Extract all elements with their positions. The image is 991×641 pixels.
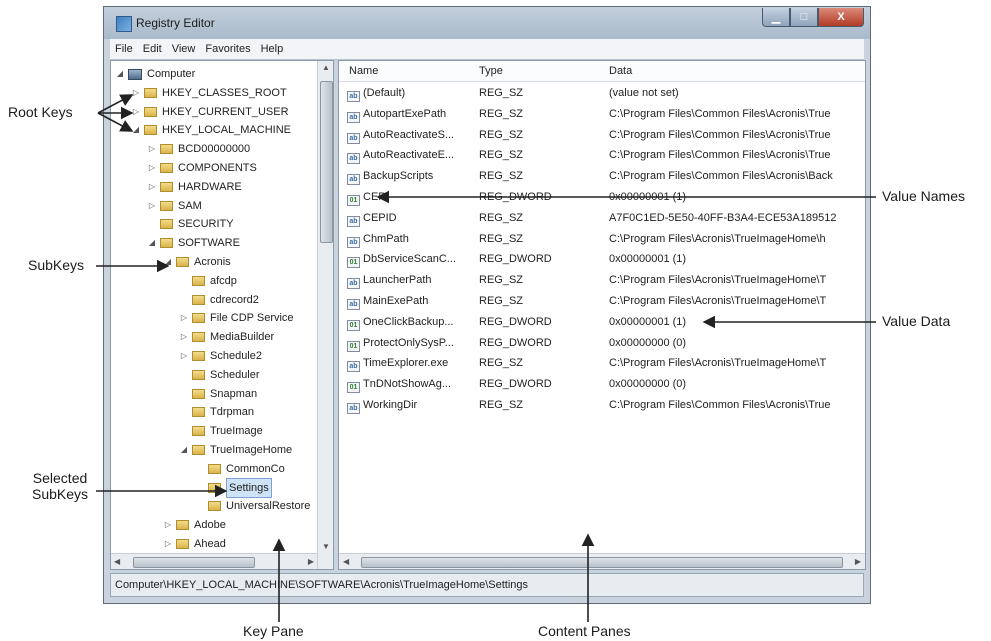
selected-subkeys-label: Selected SubKeys (32, 470, 88, 502)
key-pane-label: Key Pane (243, 623, 304, 639)
root-keys-arrow-1 (97, 94, 134, 114)
root-keys-label: Root Keys (8, 104, 73, 120)
selected-subkeys-line1: Selected (32, 470, 88, 486)
selected-subkeys-line2: SubKeys (32, 486, 89, 502)
value-names-label: Value Names (882, 188, 966, 204)
content-panes-label: Content Panes (538, 623, 631, 639)
annotation-arrows (96, 94, 876, 622)
root-keys-arrow-3 (97, 112, 134, 132)
subkeys-label: SubKeys (28, 257, 85, 273)
value-data-label: Value Data (882, 313, 951, 329)
